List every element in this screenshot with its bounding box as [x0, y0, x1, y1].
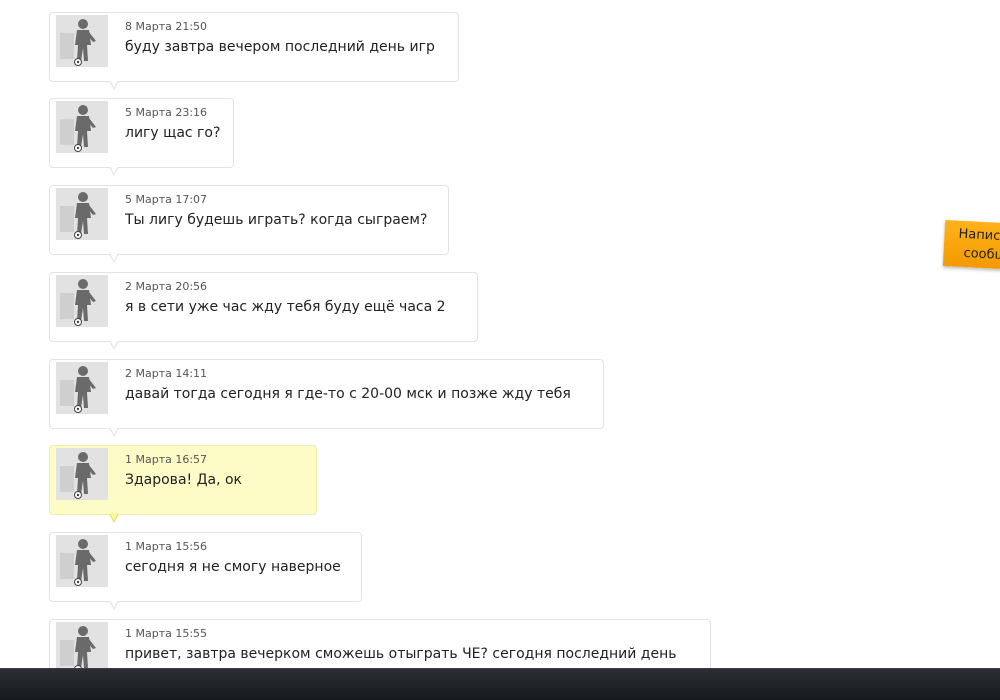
avatar[interactable] [56, 275, 108, 327]
message-date: 2 Марта 20:56 [125, 280, 208, 293]
message-date: 2 Марта 14:11 [125, 367, 208, 380]
message-text: Ты лигу будешь играть? когда сыграем? [125, 212, 428, 228]
avatar[interactable] [56, 535, 108, 587]
avatar[interactable] [56, 188, 108, 240]
message-text: давай тогда сегодня я где-то с 20-00 мск… [125, 386, 571, 402]
dialog-page: 8 Марта 21:50 буду завтра вечером последн… [0, 0, 1000, 700]
message-tail [109, 600, 119, 610]
avatar[interactable] [56, 448, 108, 500]
message-item[interactable]: 2 Марта 20:56 я в сети уже час жду тебя б… [49, 272, 478, 350]
message-tail [109, 253, 119, 263]
message-text: привет, завтра вечерком сможешь отыграть… [125, 646, 677, 662]
message-date: 8 Марта 21:50 [125, 20, 208, 33]
message-tail [109, 166, 119, 176]
message-item[interactable]: 2 Марта 14:11 давай тогда сегодня я где-т… [49, 359, 604, 437]
message-date: 5 Марта 17:07 [125, 193, 208, 206]
footballer-silhouette-icon [56, 15, 108, 67]
write-message-tab-line2: сообщение [963, 245, 1000, 265]
footballer-silhouette-icon [56, 448, 108, 500]
message-tail [109, 340, 119, 350]
avatar[interactable] [56, 101, 108, 153]
message-text: сегодня я не смогу наверное [125, 559, 341, 575]
footballer-silhouette-icon [56, 275, 108, 327]
avatar[interactable] [56, 622, 108, 668]
message-date: 1 Марта 16:57 [125, 453, 208, 466]
footballer-silhouette-icon [56, 622, 108, 668]
bottom-toolbar [0, 668, 1000, 700]
write-message-tab[interactable]: Написать сообщение [942, 219, 1000, 271]
footballer-silhouette-icon [56, 362, 108, 414]
message-item[interactable]: 1 Марта 16:57 Здарова! Да, ок [49, 445, 317, 523]
message-item[interactable]: 5 Марта 17:07 Ты лигу будешь играть? когд… [49, 185, 449, 263]
message-tail [109, 80, 119, 90]
message-text: я в сети уже час жду тебя буду ещё часа … [125, 299, 446, 315]
footballer-silhouette-icon [56, 188, 108, 240]
message-date: 5 Марта 23:16 [125, 106, 208, 119]
message-text: буду завтра вечером последний день игр [125, 39, 435, 55]
message-text: Здарова! Да, ок [125, 472, 243, 488]
message-date: 1 Марта 15:55 [125, 627, 208, 640]
message-item[interactable]: 1 Марта 15:56 сегодня я не смогу наверное [49, 532, 362, 610]
message-item[interactable]: 1 Марта 15:55 привет, завтра вечерком смо… [49, 619, 711, 668]
message-tail [109, 427, 119, 437]
avatar[interactable] [56, 15, 108, 67]
footballer-silhouette-icon [56, 535, 108, 587]
message-item[interactable]: 5 Марта 23:16 лигу щас го? [49, 98, 234, 176]
message-list: 8 Марта 21:50 буду завтра вечером последн… [0, 0, 1000, 668]
avatar[interactable] [56, 362, 108, 414]
write-message-tab-line1: Написать [958, 226, 1000, 246]
message-date: 1 Марта 15:56 [125, 540, 208, 553]
message-text: лигу щас го? [125, 125, 221, 141]
footballer-silhouette-icon [56, 101, 108, 153]
message-item[interactable]: 8 Марта 21:50 буду завтра вечером последн… [49, 12, 459, 90]
message-tail [109, 513, 119, 523]
